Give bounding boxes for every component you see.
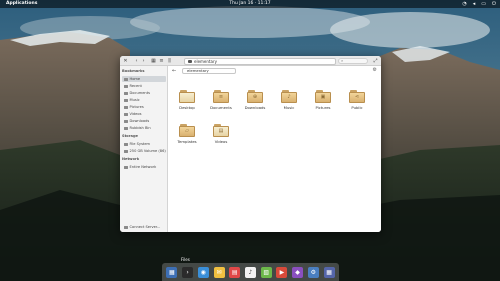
folder-desktop[interactable]: Desktop bbox=[171, 90, 203, 114]
music-icon[interactable]: ♪ bbox=[244, 266, 256, 278]
network-icon bbox=[124, 165, 128, 169]
videos-folder-icon: ▤ bbox=[213, 124, 229, 137]
sidebar-heading-bookmarks: Bookmarks bbox=[122, 69, 145, 73]
trash-icon bbox=[124, 126, 128, 130]
battery-icon[interactable]: ▭ bbox=[481, 0, 486, 8]
column-view-icon[interactable]: ⫼ bbox=[166, 57, 173, 65]
top-panel: Applications Thu Jan 16 · 11:17 ◔ ◂ ▭ ⏻ bbox=[0, 0, 500, 8]
close-icon[interactable]: ✕ bbox=[122, 57, 129, 65]
forward-icon[interactable]: › bbox=[140, 57, 147, 65]
settings-icon[interactable]: ⚙ bbox=[307, 266, 319, 278]
videos-icon[interactable]: ▶ bbox=[276, 266, 288, 278]
volume-icon[interactable]: ◂ bbox=[473, 0, 476, 8]
search-icon: ⌕ bbox=[341, 58, 344, 63]
sidebar-heading-network: Network bbox=[122, 157, 140, 161]
sidebar-item-documents[interactable]: Documents bbox=[122, 90, 166, 96]
sidebar-item-home[interactable]: Home bbox=[122, 76, 166, 82]
files-icon[interactable]: ▦ bbox=[166, 266, 178, 278]
browser-icon[interactable]: ◉ bbox=[197, 266, 209, 278]
sidebar-item-rubbish-bin[interactable]: Rubbish Bin bbox=[122, 125, 166, 131]
documents-folder-icon: ≡ bbox=[213, 90, 229, 103]
sidebar-item-music[interactable]: Music bbox=[122, 97, 166, 103]
video-icon bbox=[124, 112, 128, 116]
downloads-folder-icon: ⊕ bbox=[247, 90, 263, 103]
file-manager-window: ✕ ‹ › ▦ ≡ ⫼ elementary ⌕ ⤢ Bookmarks Hom… bbox=[120, 56, 381, 232]
panel-indicators: ◔ ◂ ▭ ⏻ bbox=[462, 0, 496, 8]
folder-icon bbox=[188, 60, 192, 63]
sidebar-heading-storage: Storage bbox=[122, 134, 138, 138]
drive-icon bbox=[124, 149, 128, 153]
folder-videos[interactable]: ▤ Videos bbox=[205, 124, 237, 148]
sidebar-item-volume[interactable]: 250 GB Volume (86) bbox=[122, 148, 166, 154]
sidebar: Bookmarks Home Recent Documents Music Pi… bbox=[120, 66, 168, 232]
dock-tooltip: Files bbox=[181, 257, 190, 262]
folder-downloads[interactable]: ⊕ Downloads bbox=[239, 90, 271, 114]
panel-clock[interactable]: Thu Jan 16 · 11:17 bbox=[0, 0, 500, 8]
home-icon bbox=[124, 77, 128, 81]
appcenter-icon[interactable]: ◆ bbox=[292, 266, 304, 278]
workspaces-icon[interactable]: ▦ bbox=[323, 266, 335, 278]
folder-public[interactable]: ⋖ Public bbox=[341, 90, 373, 114]
folder-icon bbox=[179, 90, 195, 103]
sidebar-item-pictures[interactable]: Pictures bbox=[122, 104, 166, 110]
pictures-folder-icon: ▣ bbox=[315, 90, 331, 103]
terminal-icon[interactable]: › bbox=[182, 266, 194, 278]
grid-view-icon[interactable]: ▦ bbox=[150, 57, 157, 65]
drive-icon bbox=[124, 142, 128, 146]
music-folder-icon: ♪ bbox=[281, 90, 297, 103]
maximize-icon[interactable]: ⤢ bbox=[372, 57, 379, 65]
dock: ▦ › ◉ ✉ ▤ ♪ ▧ ▶ ◆ ⚙ ▦ bbox=[162, 263, 339, 281]
public-folder-icon: ⋖ bbox=[349, 90, 365, 103]
download-icon bbox=[124, 119, 128, 123]
folder-music[interactable]: ♪ Music bbox=[273, 90, 305, 114]
window-headerbar: ✕ ‹ › ▦ ≡ ⫼ elementary ⌕ ⤢ bbox=[120, 56, 381, 66]
sidebar-item-recent[interactable]: Recent bbox=[122, 83, 166, 89]
mail-icon[interactable]: ✉ bbox=[213, 266, 225, 278]
back-icon[interactable]: ‹ bbox=[133, 57, 140, 65]
photos-icon[interactable]: ▧ bbox=[260, 266, 272, 278]
music-icon bbox=[124, 98, 128, 102]
calendar-icon[interactable]: ▤ bbox=[229, 266, 241, 278]
power-icon[interactable]: ⏻ bbox=[492, 0, 496, 8]
file-view: ← elementary ⚙ Desktop ≡ Documents ⊕ Dow… bbox=[168, 66, 381, 232]
folder-documents[interactable]: ≡ Documents bbox=[205, 90, 237, 114]
search-field[interactable]: ⌕ bbox=[338, 58, 368, 64]
sidebar-item-videos[interactable]: Videos bbox=[122, 111, 166, 117]
document-icon bbox=[124, 91, 128, 95]
folder-templates[interactable]: ▱ Templates bbox=[171, 124, 203, 148]
templates-folder-icon: ▱ bbox=[179, 124, 195, 137]
folder-pictures[interactable]: ▣ Pictures bbox=[307, 90, 339, 114]
sidebar-item-downloads[interactable]: Downloads bbox=[122, 118, 166, 124]
sidebar-item-entire-network[interactable]: Entire Network bbox=[122, 164, 166, 170]
list-view-icon[interactable]: ≡ bbox=[158, 57, 165, 65]
pictures-icon bbox=[124, 105, 128, 109]
file-grid: Desktop ≡ Documents ⊕ Downloads ♪ Music … bbox=[168, 66, 381, 232]
path-bar[interactable]: elementary bbox=[184, 57, 336, 65]
clock-icon bbox=[124, 84, 128, 88]
server-icon bbox=[124, 225, 128, 229]
path-text: elementary bbox=[194, 58, 217, 64]
network-icon[interactable]: ◔ bbox=[462, 0, 466, 8]
sidebar-item-file-system[interactable]: File System bbox=[122, 141, 166, 147]
connect-server-button[interactable]: Connect Server... bbox=[122, 224, 166, 230]
